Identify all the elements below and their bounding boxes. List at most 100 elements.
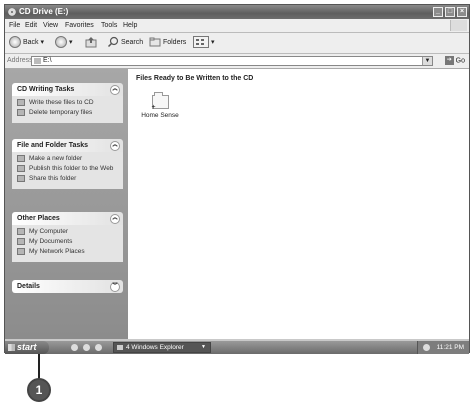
explorer-folder-icon [117, 345, 123, 350]
start-label: start [17, 342, 37, 352]
close-button[interactable]: × [457, 7, 467, 17]
menu-favorites[interactable]: Favorites [65, 21, 94, 30]
toolbar: Back ▾ ▾ Search Folders ▾ [5, 33, 469, 54]
minimize-button[interactable]: _ [433, 7, 443, 17]
panel-title: Other Places [17, 215, 60, 222]
search-label: Search [120, 39, 144, 46]
quicklaunch-mail-icon[interactable] [83, 344, 90, 351]
address-field[interactable]: E:\ ▼ [31, 56, 433, 66]
task-label: Share this folder [29, 175, 77, 182]
taskbar: start 4 Windows Explorer ▼ 11:21 PM [5, 341, 469, 354]
go-arrow-icon: ➔ [444, 56, 454, 65]
search-button[interactable]: Search [107, 36, 143, 50]
panel-title: CD Writing Tasks [17, 86, 75, 93]
forward-button[interactable]: ▾ [55, 36, 72, 50]
up-folder-button[interactable] [85, 36, 97, 50]
callout-marker: 1 [27, 378, 51, 402]
go-label: Go [455, 57, 465, 65]
details-header[interactable]: Details ︾ [12, 280, 123, 293]
file-folder-tasks-panel: File and Folder Tasks ︽ Make a new folde… [12, 139, 123, 189]
other-places-header[interactable]: Other Places ︽ [12, 212, 123, 225]
address-bar: Address E:\ ▼ ➔ Go [5, 54, 469, 69]
address-dropdown-icon[interactable]: ▼ [422, 57, 432, 65]
publish-web-icon [17, 165, 25, 172]
explorer-window: CD Drive (E:) _ □ × File Edit View Favor… [4, 4, 470, 354]
quicklaunch-browser-icon[interactable] [71, 344, 78, 351]
title-bar[interactable]: CD Drive (E:) _ □ × [5, 5, 469, 19]
share-folder-icon [17, 175, 25, 182]
task-publish-folder[interactable]: Publish this folder to the Web [17, 165, 119, 173]
views-button[interactable]: ▾ [193, 36, 214, 50]
file-folder-tasks-header[interactable]: File and Folder Tasks ︽ [12, 139, 123, 152]
task-delete-temp-files[interactable]: Delete temporary files [17, 109, 119, 117]
maximize-button[interactable]: □ [445, 7, 455, 17]
task-pane: CD Writing Tasks ︽ Write these files to … [5, 69, 128, 339]
menu-view[interactable]: View [43, 21, 58, 30]
expand-chevron-icon[interactable]: ︾ [110, 282, 120, 292]
file-list-pane: Files Ready to Be Written to the CD Home… [128, 69, 469, 339]
callout-leader-line [38, 354, 40, 380]
task-label: Make a new folder [29, 155, 83, 162]
up-folder-icon [85, 37, 97, 48]
my-documents-icon [17, 238, 25, 245]
menu-file[interactable]: File [9, 21, 20, 30]
menu-tools[interactable]: Tools [101, 21, 117, 30]
network-places-icon [17, 248, 25, 255]
cd-drive-icon [8, 8, 16, 16]
place-my-computer[interactable]: My Computer [17, 228, 119, 236]
folder-item[interactable]: Home Sense [138, 92, 182, 119]
task-share-folder[interactable]: Share this folder [17, 175, 119, 183]
views-icon [193, 36, 209, 49]
new-folder-icon [17, 155, 25, 162]
folder-label: Home Sense [141, 112, 179, 119]
menu-bar: File Edit View Favorites Tools Help [5, 19, 469, 33]
forward-arrow-icon [55, 36, 67, 49]
task-label: Publish this folder to the Web [29, 165, 114, 172]
task-make-new-folder[interactable]: Make a new folder [17, 155, 119, 163]
windows-logo-icon [450, 20, 467, 31]
task-label: Write these files to CD [29, 99, 94, 106]
tray-icon[interactable] [423, 344, 430, 351]
folders-button[interactable]: Folders [149, 36, 186, 50]
cd-write-icon [17, 99, 25, 106]
drive-icon [34, 58, 41, 64]
place-label: My Network Places [29, 248, 85, 255]
folder-icon [151, 92, 169, 111]
back-label: Back [22, 39, 39, 46]
taskbar-group-label: 4 Windows Explorer [126, 344, 184, 351]
place-my-network-places[interactable]: My Network Places [17, 248, 119, 256]
system-tray: 11:21 PM [417, 341, 469, 354]
place-label: My Computer [29, 228, 69, 235]
task-write-to-cd[interactable]: Write these files to CD [17, 99, 119, 107]
quicklaunch-media-icon[interactable] [95, 344, 102, 351]
group-dropdown-icon: ▼ [201, 344, 206, 350]
folders-label: Folders [162, 39, 187, 46]
collapse-chevron-icon[interactable]: ︽ [110, 214, 120, 224]
back-button[interactable]: Back ▾ [9, 36, 44, 50]
files-to-write-heading: Files Ready to Be Written to the CD [136, 75, 254, 82]
place-label: My Documents [29, 238, 73, 245]
address-label: Address [7, 57, 33, 64]
address-value: E:\ [43, 57, 52, 64]
other-places-panel: Other Places ︽ My Computer My Documents … [12, 212, 123, 262]
collapse-chevron-icon[interactable]: ︽ [110, 141, 120, 151]
taskbar-window-group[interactable]: 4 Windows Explorer ▼ [113, 342, 211, 353]
back-arrow-icon [9, 36, 21, 49]
cd-writing-tasks-panel: CD Writing Tasks ︽ Write these files to … [12, 83, 123, 123]
my-computer-icon [17, 228, 25, 235]
go-button[interactable]: ➔ Go [444, 56, 465, 66]
folders-icon [149, 37, 161, 47]
start-button[interactable]: start [5, 341, 49, 354]
collapse-chevron-icon[interactable]: ︽ [110, 85, 120, 95]
window-title: CD Drive (E:) [19, 7, 69, 16]
panel-title: Details [17, 283, 40, 290]
delete-icon [17, 109, 25, 116]
menu-edit[interactable]: Edit [25, 21, 37, 30]
details-panel: Details ︾ [12, 280, 123, 293]
panel-title: File and Folder Tasks [17, 142, 89, 149]
menu-help[interactable]: Help [123, 21, 137, 30]
place-my-documents[interactable]: My Documents [17, 238, 119, 246]
clock: 11:21 PM [436, 344, 464, 351]
windows-flag-icon [8, 344, 15, 351]
cd-writing-tasks-header[interactable]: CD Writing Tasks ︽ [12, 83, 123, 96]
